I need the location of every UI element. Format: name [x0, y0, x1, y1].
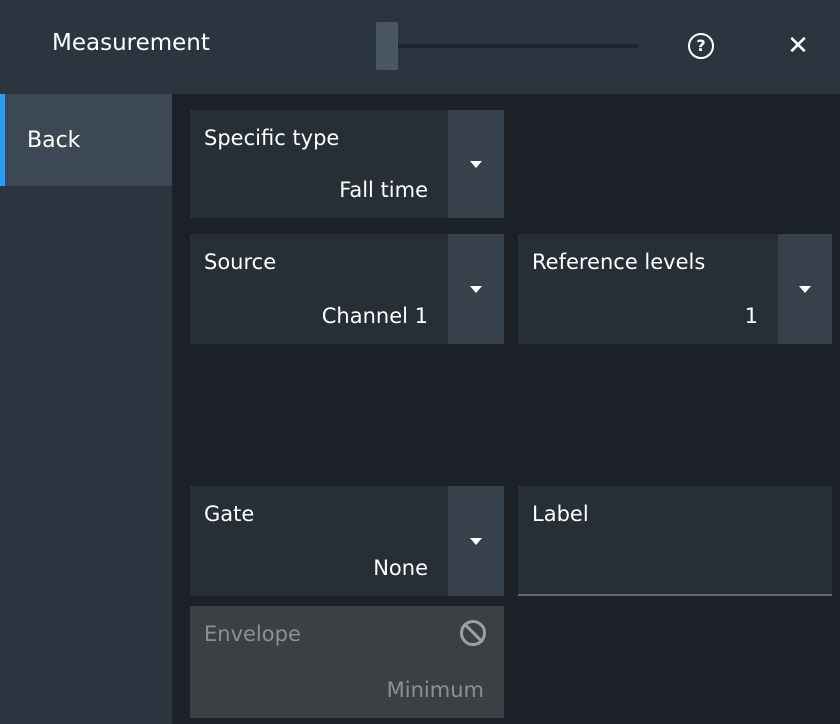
- envelope-field: Envelope Minimum: [190, 606, 504, 718]
- specific-type-value: Fall time: [339, 178, 428, 202]
- dropdown-arrow-icon: [799, 286, 811, 293]
- label-field-label: Label: [532, 502, 589, 526]
- source-dropdown-button[interactable]: [448, 234, 504, 344]
- gate-field[interactable]: Gate None: [190, 486, 448, 596]
- envelope-label: Envelope: [204, 622, 301, 646]
- help-icon[interactable]: ?: [688, 33, 714, 59]
- label-input-field[interactable]: Label: [518, 486, 832, 596]
- source-field[interactable]: Source Channel 1: [190, 234, 448, 344]
- gate-label: Gate: [204, 502, 255, 526]
- gate-value: None: [373, 556, 428, 580]
- sidebar-item-label: Back: [27, 128, 81, 153]
- envelope-value: Minimum: [386, 678, 484, 702]
- dropdown-arrow-icon: [470, 286, 482, 293]
- source-value: Channel 1: [321, 304, 428, 328]
- specific-type-dropdown-button[interactable]: [448, 110, 504, 218]
- dropdown-arrow-icon: [470, 538, 482, 545]
- source-label: Source: [204, 250, 277, 274]
- gate-dropdown-button[interactable]: [448, 486, 504, 596]
- specific-type-label: Specific type: [204, 126, 340, 150]
- transparency-slider-track[interactable]: [376, 44, 638, 48]
- dropdown-arrow-icon: [470, 161, 482, 168]
- dialog-title: Measurement: [52, 30, 210, 56]
- sidebar-item-back[interactable]: Back: [0, 94, 172, 186]
- reference-levels-field[interactable]: Reference levels 1: [518, 234, 778, 344]
- sidebar-divider: [172, 94, 175, 724]
- close-icon[interactable]: ✕: [780, 28, 816, 64]
- title-bar: Measurement ? ✕: [0, 0, 840, 94]
- disabled-icon: [460, 620, 486, 646]
- reference-levels-label: Reference levels: [532, 250, 706, 274]
- reference-levels-value: 1: [744, 304, 758, 328]
- reference-levels-dropdown-button[interactable]: [778, 234, 832, 344]
- sidebar: Back: [0, 94, 172, 724]
- specific-type-field[interactable]: Specific type Fall time: [190, 110, 448, 218]
- transparency-slider-handle[interactable]: [376, 22, 398, 70]
